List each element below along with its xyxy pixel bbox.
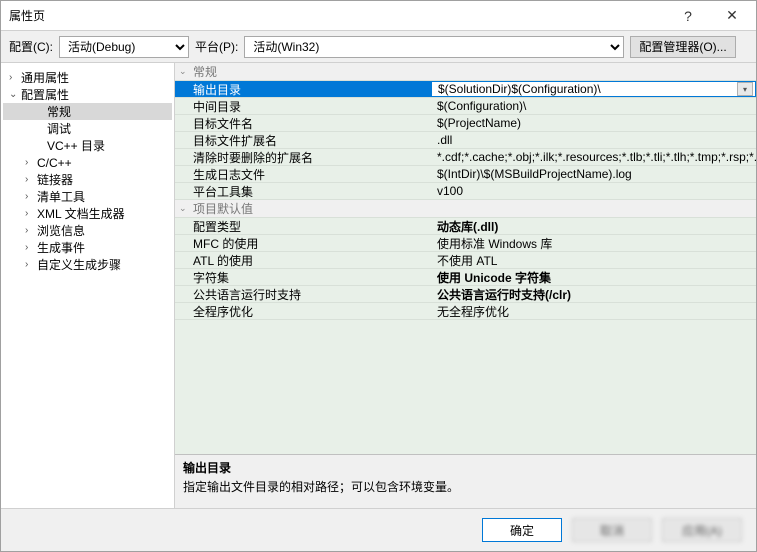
chevron-right-icon: › [9, 72, 21, 83]
config-toolbar: 配置(C): 活动(Debug) 平台(P): 活动(Win32) 配置管理器(… [1, 31, 756, 63]
tree-item-general-props[interactable]: › 通用属性 [3, 69, 172, 86]
tree-item-linker[interactable]: › 链接器 [3, 171, 172, 188]
tree-item-build-events[interactable]: › 生成事件 [3, 239, 172, 256]
prop-target-name[interactable]: 目标文件名 $(ProjectName) [175, 115, 756, 132]
prop-clean-ext[interactable]: 清除时要删除的扩展名 *.cdf;*.cache;*.obj;*.ilk;*.r… [175, 149, 756, 166]
prop-intermediate-dir[interactable]: 中间目录 $(Configuration)\ [175, 98, 756, 115]
chevron-right-icon: › [25, 157, 37, 168]
dropdown-icon[interactable]: ▾ [737, 82, 753, 96]
apply-button[interactable]: 应用(A) [662, 518, 742, 542]
ok-button[interactable]: 确定 [482, 518, 562, 542]
config-label: 配置(C): [9, 38, 53, 55]
property-tree[interactable]: › 通用属性 ⌄ 配置属性 常规 调试 VC++ 目录 › C/C++ › [1, 63, 175, 508]
group-general[interactable]: ⌄ 常规 [175, 63, 756, 81]
prop-target-ext[interactable]: 目标文件扩展名 .dll [175, 132, 756, 149]
chevron-right-icon: › [25, 191, 37, 202]
description-text: 指定输出文件目录的相对路径；可以包含环境变量。 [183, 478, 748, 495]
tree-item-debug[interactable]: 调试 [3, 120, 172, 137]
tree-item-xmldoc[interactable]: › XML 文档生成器 [3, 205, 172, 222]
titlebar: 属性页 ? ✕ [1, 1, 756, 31]
prop-clr-support[interactable]: 公共语言运行时支持 公共语言运行时支持(/clr) [175, 286, 756, 303]
tree-item-config-props[interactable]: ⌄ 配置属性 [3, 86, 172, 103]
tree-item-general[interactable]: 常规 [3, 103, 172, 120]
chevron-right-icon: › [25, 208, 37, 219]
tree-item-ccpp[interactable]: › C/C++ [3, 154, 172, 171]
config-manager-button[interactable]: 配置管理器(O)... [630, 36, 735, 58]
prop-build-log[interactable]: 生成日志文件 $(IntDir)\$(MSBuildProjectName).l… [175, 166, 756, 183]
tree-item-browse[interactable]: › 浏览信息 [3, 222, 172, 239]
chevron-right-icon: › [25, 259, 37, 270]
property-grid[interactable]: ⌄ 常规 输出目录 $(SolutionDir)$(Configuration)… [175, 63, 756, 454]
prop-charset[interactable]: 字符集 使用 Unicode 字符集 [175, 269, 756, 286]
tree-item-vcpp-dirs[interactable]: VC++ 目录 [3, 137, 172, 154]
cancel-button[interactable]: 取消 [572, 518, 652, 542]
chevron-right-icon: › [25, 242, 37, 253]
prop-output-dir[interactable]: 输出目录 $(SolutionDir)$(Configuration)\ ▾ [175, 81, 756, 98]
tree-item-manifest[interactable]: › 清单工具 [3, 188, 172, 205]
chevron-down-icon: ⌄ [179, 203, 193, 214]
window-title: 属性页 [9, 7, 666, 24]
platform-select[interactable]: 活动(Win32) [244, 36, 624, 58]
chevron-right-icon: › [25, 174, 37, 185]
chevron-down-icon: ⌄ [179, 66, 193, 77]
chevron-down-icon: ⌄ [9, 89, 21, 100]
description-title: 输出目录 [183, 459, 748, 476]
property-pages-dialog: 属性页 ? ✕ 配置(C): 活动(Debug) 平台(P): 活动(Win32… [0, 0, 757, 552]
config-select[interactable]: 活动(Debug) [59, 36, 189, 58]
prop-wpo[interactable]: 全程序优化 无全程序优化 [175, 303, 756, 320]
description-panel: 输出目录 指定输出文件目录的相对路径；可以包含环境变量。 [175, 454, 756, 508]
tree-item-custom-build[interactable]: › 自定义生成步骤 [3, 256, 172, 273]
chevron-right-icon: › [25, 225, 37, 236]
dialog-footer: 确定 取消 应用(A) [1, 509, 756, 551]
close-button[interactable]: ✕ [710, 2, 754, 30]
prop-atl-use[interactable]: ATL 的使用 不使用 ATL [175, 252, 756, 269]
group-project-defaults[interactable]: ⌄ 项目默认值 [175, 200, 756, 218]
prop-platform-toolset[interactable]: 平台工具集 v100 [175, 183, 756, 200]
platform-label: 平台(P): [195, 38, 238, 55]
property-content: ⌄ 常规 输出目录 $(SolutionDir)$(Configuration)… [175, 63, 756, 508]
prop-mfc-use[interactable]: MFC 的使用 使用标准 Windows 库 [175, 235, 756, 252]
prop-config-type[interactable]: 配置类型 动态库(.dll) [175, 218, 756, 235]
body: › 通用属性 ⌄ 配置属性 常规 调试 VC++ 目录 › C/C++ › [1, 63, 756, 509]
help-button[interactable]: ? [666, 2, 710, 30]
